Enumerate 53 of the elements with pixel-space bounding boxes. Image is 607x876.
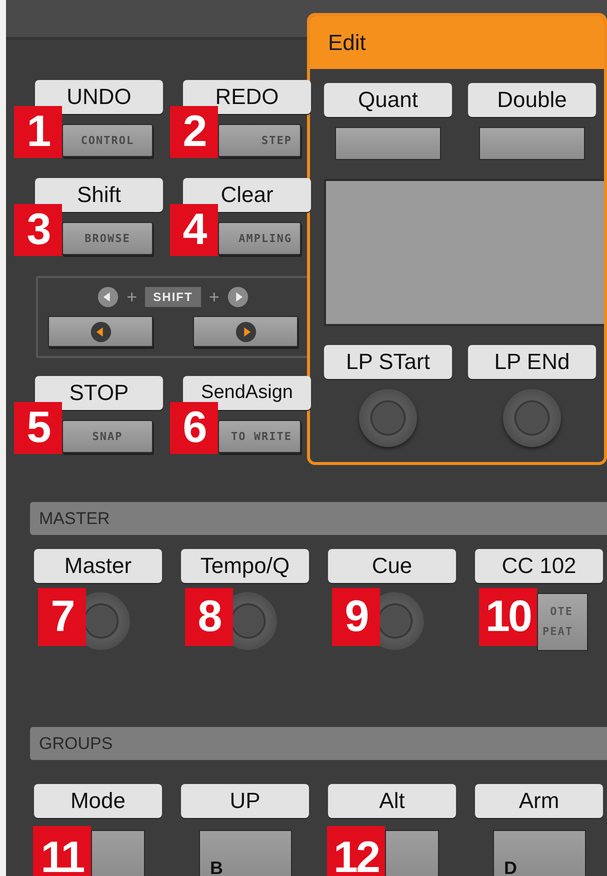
group-pad[interactable]: D: [493, 830, 586, 876]
previous-button[interactable]: [48, 316, 153, 347]
hardware-button[interactable]: AMPLING: [218, 222, 301, 255]
control-label: Arm: [475, 784, 603, 818]
shift-tag: SHIFT: [145, 287, 201, 307]
group-pad[interactable]: [385, 830, 439, 876]
button-text: OTE: [550, 604, 573, 620]
control-label: UP: [181, 784, 309, 818]
control-label: Tempo/Q: [181, 549, 309, 583]
number-badge: 1: [14, 106, 62, 158]
control-label: UNDO: [35, 80, 163, 114]
number-badge: 9: [332, 588, 380, 646]
hardware-button[interactable]: STEP: [218, 124, 301, 157]
hardware-button[interactable]: TO WRITE: [218, 420, 301, 453]
hardware-button[interactable]: CONTROL: [62, 124, 153, 157]
hardware-button[interactable]: [335, 127, 441, 160]
control-label: LP STart: [324, 345, 452, 379]
next-button[interactable]: [193, 316, 298, 347]
number-badge: 12: [327, 826, 385, 876]
section-header: MASTER: [30, 502, 607, 535]
control-label: Mode: [34, 784, 162, 818]
hardware-button[interactable]: BROWSE: [62, 222, 153, 255]
plus-sign: +: [126, 286, 138, 308]
button-text: PEAT: [542, 624, 573, 640]
section-header: GROUPS: [30, 727, 607, 760]
control-label: Shift: [35, 178, 163, 212]
plus-sign: +: [208, 286, 220, 308]
number-badge: 10: [479, 588, 537, 646]
group-pad[interactable]: B: [199, 830, 292, 876]
number-badge: 8: [185, 588, 233, 646]
control-label: LP ENd: [468, 345, 596, 379]
number-badge: 5: [14, 402, 62, 454]
group-pad[interactable]: [91, 830, 145, 876]
number-badge: 2: [170, 106, 218, 158]
control-label: Double: [468, 83, 596, 117]
control-label: Alt: [328, 784, 456, 818]
control-label: Master: [34, 549, 162, 583]
control-label: SendAsign: [183, 376, 311, 410]
control-label: Quant: [324, 83, 452, 117]
hardware-button[interactable]: [479, 127, 585, 160]
number-badge: 4: [170, 204, 218, 256]
number-badge: 11: [33, 826, 91, 876]
number-badge: 6: [170, 402, 218, 454]
hardware-button[interactable]: OTE PEAT: [537, 593, 588, 651]
number-badge: 7: [38, 588, 86, 646]
number-badge: 3: [14, 204, 62, 256]
control-label: CC 102: [475, 549, 603, 583]
control-label: Clear: [183, 178, 311, 212]
control-label: STOP: [35, 376, 163, 410]
control-label: Cue: [328, 549, 456, 583]
hardware-button[interactable]: SNAP: [62, 420, 153, 453]
panel-title: Edit: [310, 16, 604, 69]
control-label: REDO: [183, 80, 311, 114]
